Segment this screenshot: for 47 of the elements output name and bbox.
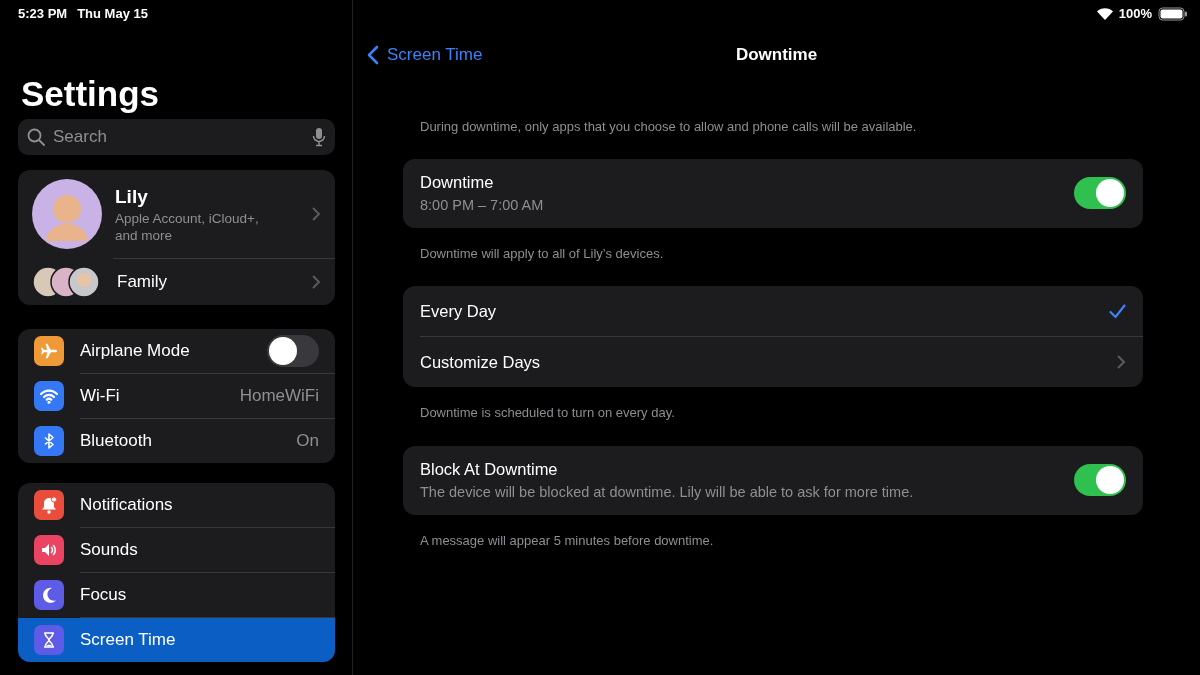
section-note: During downtime, only apps that you choose to allow and phone calls will be available. (419, 118, 918, 136)
status-date: Thu May 15 (77, 5, 148, 24)
battery-icon (1158, 7, 1188, 21)
row-title: Customize Days (420, 351, 542, 373)
chevron-icon (312, 207, 321, 221)
family-label: Family (117, 271, 169, 294)
page-title: Settings (21, 76, 161, 111)
microphone-icon (312, 127, 326, 147)
settings-item[interactable]: Notifications (18, 483, 335, 527)
search-icon (27, 128, 45, 146)
row-title: Every Day (420, 300, 498, 322)
settings-item[interactable]: Bluetooth On (18, 419, 335, 463)
row-title: Block At Downtime (420, 458, 559, 480)
chevron-icon (1117, 355, 1126, 369)
avatar-icon (32, 179, 102, 249)
account-subtitle: Apple Account, iCloud+, and more (115, 211, 260, 246)
settings-item[interactable]: Screen Time (18, 618, 335, 662)
battery-percent: 100% (1118, 5, 1152, 24)
settings-row[interactable]: Every Day (403, 286, 1143, 336)
wifi-signal-icon (1096, 8, 1113, 20)
account-row[interactable]: Lily Apple Account, iCloud+, and more (18, 170, 335, 258)
search-field[interactable]: Search (51, 123, 306, 151)
page-title: Downtime (735, 45, 818, 65)
settings-item[interactable]: Sounds (18, 528, 335, 572)
item-value: HomeWiFi (239, 385, 319, 408)
section-note: Downtime is scheduled to turn on every day. (419, 404, 676, 422)
status-time: 5:23 PM (18, 5, 68, 24)
family-avatars-icon (32, 266, 102, 298)
row-subtitle: 8:00 PM – 7:00 AM (420, 195, 545, 215)
back-chevron-icon (367, 45, 379, 65)
account-name: Lily (115, 184, 149, 209)
settings-item[interactable]: Focus (18, 573, 335, 617)
toggle-switch[interactable] (267, 335, 319, 367)
back-button[interactable]: Screen Time (367, 42, 483, 68)
toggle-switch[interactable] (1074, 177, 1126, 209)
item-value: On (296, 430, 319, 453)
family-row[interactable]: Family (18, 259, 335, 305)
toggle-switch[interactable] (1074, 464, 1126, 496)
section-note: A message will appear 5 minutes before downtime. (419, 531, 715, 550)
row-title: Downtime (420, 171, 495, 193)
settings-row[interactable]: Customize Days (403, 337, 1143, 387)
row-subtitle: The device will be blocked at downtime. Lily will be able to ask for more time. (420, 482, 915, 502)
search-bar[interactable]: Search (18, 119, 335, 155)
chevron-icon (312, 275, 321, 289)
settings-item[interactable]: Airplane Mode (18, 329, 335, 373)
settings-item[interactable]: Wi-Fi HomeWiFi (18, 374, 335, 418)
section-note: Downtime will apply to all of Lily’s devices. (419, 244, 665, 263)
